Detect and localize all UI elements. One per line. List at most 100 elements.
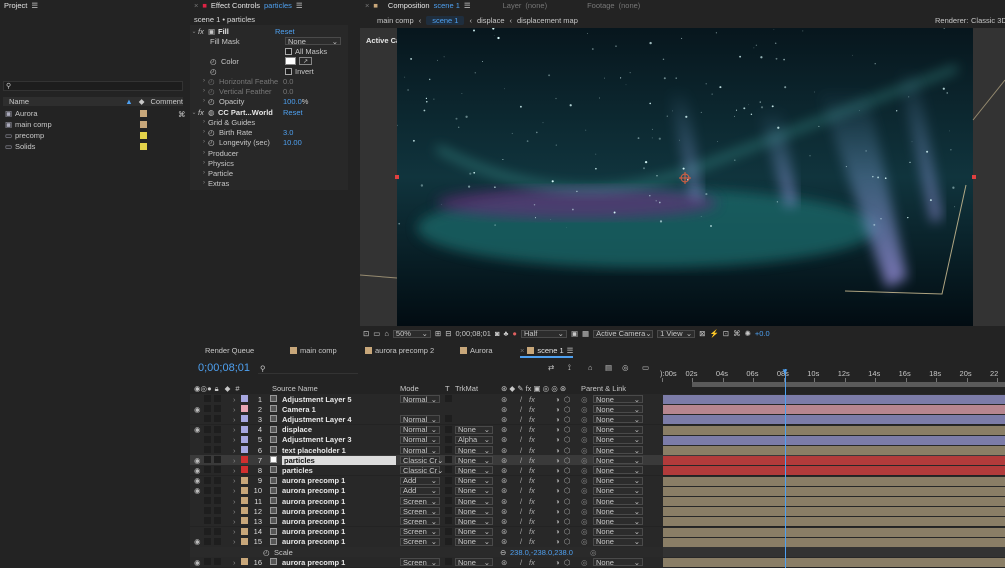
quality-switch-icon[interactable]: / <box>520 507 522 516</box>
lock-icon[interactable]: ■ <box>373 1 378 10</box>
breadcrumb-displace[interactable]: displace <box>477 16 505 25</box>
3d-switch-icon[interactable]: ⬡ <box>564 446 571 455</box>
lock-toggle[interactable] <box>214 466 221 474</box>
adjustment-switch-icon[interactable]: ◑ <box>555 527 560 536</box>
3d-switch-icon[interactable]: ⬡ <box>564 476 571 485</box>
extras-row[interactable]: › Extras <box>190 178 348 188</box>
lock-toggle[interactable] <box>214 405 221 413</box>
layer-name[interactable]: particles <box>282 466 313 475</box>
3d-switch-icon[interactable]: ⬡ <box>564 456 571 465</box>
trkmat-dropdown[interactable]: None ⌄ <box>455 497 493 506</box>
timeline-tab[interactable]: main comp <box>290 343 337 357</box>
mode-dropdown[interactable]: Classic Cr ⌄ <box>400 466 443 475</box>
draft-3d-icon[interactable]: ⟟ <box>568 363 571 373</box>
constrain-link-icon[interactable]: ⊖ <box>500 548 506 557</box>
collapse-switch-icon[interactable]: ⊛ <box>501 558 507 567</box>
col-t[interactable]: T <box>445 384 450 393</box>
layer-label-swatch[interactable] <box>241 486 248 494</box>
parent-dropdown[interactable]: None ⌄ <box>593 405 643 414</box>
trkmat-dropdown[interactable]: None ⌄ <box>455 527 493 536</box>
expand-icon[interactable]: › <box>233 405 236 414</box>
expand-icon[interactable]: › <box>233 466 236 475</box>
physics-row[interactable]: › Physics <box>190 158 348 168</box>
adjustment-switch-icon[interactable]: ◑ <box>555 507 560 516</box>
adjustment-switch-icon[interactable]: ◑ <box>555 435 560 444</box>
preserve-transparency-toggle[interactable] <box>445 558 452 566</box>
quality-switch-icon[interactable]: / <box>520 425 522 434</box>
quality-switch-icon[interactable]: / <box>520 537 522 546</box>
region-icon[interactable]: ▣ <box>571 329 578 338</box>
eyedropper-icon[interactable]: ↗ <box>299 57 312 65</box>
preserve-transparency-toggle[interactable] <box>445 486 452 494</box>
layer-name[interactable]: Camera 1 <box>282 405 316 414</box>
effects-switch-icon[interactable]: fx <box>529 415 535 424</box>
layer-row[interactable]: › 3 Adjustment Layer 4 Normal ⌄ ⊛ / fx ◑ ⬡ ◎ None ⌄ <box>190 414 1005 425</box>
layer-row[interactable]: ◉ › 15 aurora precomp 1 Screen ⌄ None ⌄ ⊛ / fx ◑ ⬡ ◎ N… <box>190 536 1005 547</box>
collapse-switch-icon[interactable]: ⊛ <box>501 486 507 495</box>
views-dropdown[interactable]: 1 View ⌄ <box>657 329 696 338</box>
mode-dropdown[interactable]: Screen ⌄ <box>400 537 440 546</box>
pickwhip-icon[interactable]: ◎ <box>581 446 588 455</box>
grid-icon[interactable]: ⊟ <box>445 329 451 338</box>
solo-toggle[interactable] <box>204 395 211 402</box>
lock-toggle[interactable] <box>214 415 221 423</box>
solo-toggle[interactable] <box>204 537 211 545</box>
viewer[interactable]: Active Camera <box>360 28 1005 326</box>
lock-toggle[interactable] <box>214 517 221 525</box>
menu-icon[interactable]: ☰ <box>464 1 471 10</box>
parent-dropdown[interactable]: None ⌄ <box>593 558 643 567</box>
mode-dropdown[interactable]: Classic Cr ⌄ <box>400 456 443 465</box>
expand-icon[interactable]: › <box>200 170 208 176</box>
parent-dropdown[interactable]: None ⌄ <box>593 517 643 526</box>
collapse-icon[interactable]: ⌄ <box>190 28 198 35</box>
camera-snapshot-icon[interactable]: ◙ <box>495 329 500 338</box>
eye-icon[interactable]: ◉ <box>194 558 202 567</box>
eye-icon[interactable]: ◉ <box>194 476 202 485</box>
menu-icon[interactable]: ☰ <box>296 1 303 10</box>
expand-icon[interactable]: › <box>233 435 236 444</box>
layer-name[interactable]: aurora precomp 1 <box>282 507 345 516</box>
trkmat-dropdown[interactable]: None ⌄ <box>455 486 493 495</box>
layer-name[interactable]: Adjustment Layer 3 <box>282 435 352 444</box>
preserve-transparency-toggle[interactable] <box>445 466 452 474</box>
pickwhip-icon[interactable]: ◎ <box>581 435 588 444</box>
adjustment-switch-icon[interactable]: ◑ <box>555 456 560 465</box>
mode-dropdown[interactable]: Normal ⌄ <box>400 395 440 404</box>
stopwatch-icon[interactable]: ◴ <box>208 128 219 137</box>
layer-label-swatch[interactable] <box>241 425 248 433</box>
mode-dropdown[interactable]: Screen ⌄ <box>400 507 440 516</box>
collapse-icon[interactable]: ⌄ <box>190 109 198 116</box>
pickwhip-icon[interactable]: ◎ <box>581 517 588 526</box>
solo-toggle[interactable] <box>204 446 211 453</box>
collapse-switch-icon[interactable]: ⊛ <box>501 507 507 516</box>
collapse-switch-icon[interactable]: ⊛ <box>501 446 507 455</box>
adjustment-switch-icon[interactable]: ◑ <box>555 537 560 546</box>
lock-toggle[interactable] <box>214 435 221 443</box>
preserve-transparency-toggle[interactable] <box>445 527 452 535</box>
layer-duration-bar[interactable] <box>663 425 1005 435</box>
effects-switch-icon[interactable]: fx <box>529 517 535 526</box>
effects-switch-icon[interactable]: fx <box>529 527 535 536</box>
always-preview-icon[interactable]: ⊡ <box>363 329 369 338</box>
effects-switch-icon[interactable]: fx <box>529 446 535 455</box>
layer-row[interactable]: › 12 aurora precomp 1 Screen ⌄ None ⌄ ⊛ / fx ◑ ⬡ ◎ No… <box>190 506 1005 517</box>
scale-value[interactable]: 238.0,-238.0,238.0 <box>510 548 573 557</box>
col-trkmat[interactable]: TrkMat <box>455 384 478 393</box>
quality-switch-icon[interactable]: / <box>520 517 522 526</box>
layer-name[interactable]: aurora precomp 1 <box>282 527 345 536</box>
fill-mask-dropdown[interactable]: None ⌄ <box>285 37 341 46</box>
fx-icon[interactable]: fx <box>198 108 208 117</box>
layer-name[interactable]: aurora precomp 1 <box>282 476 345 485</box>
timeline-tab[interactable]: aurora precomp 2 <box>365 343 434 357</box>
fill-reset[interactable]: Reset <box>275 27 295 36</box>
3d-switch-icon[interactable]: ⬡ <box>564 466 571 475</box>
lock-toggle[interactable] <box>214 527 221 535</box>
collapse-switch-icon[interactable]: ⊛ <box>501 456 507 465</box>
layer-handle-left[interactable] <box>395 175 399 179</box>
solo-toggle[interactable] <box>204 497 211 504</box>
layer-name[interactable]: text placeholder 1 <box>282 446 346 455</box>
layer-label-swatch[interactable] <box>241 517 248 525</box>
layer-label-swatch[interactable] <box>241 558 248 566</box>
project-item[interactable]: ▭ Solids <box>3 141 183 152</box>
layer-name[interactable]: aurora precomp 1 <box>282 486 345 495</box>
